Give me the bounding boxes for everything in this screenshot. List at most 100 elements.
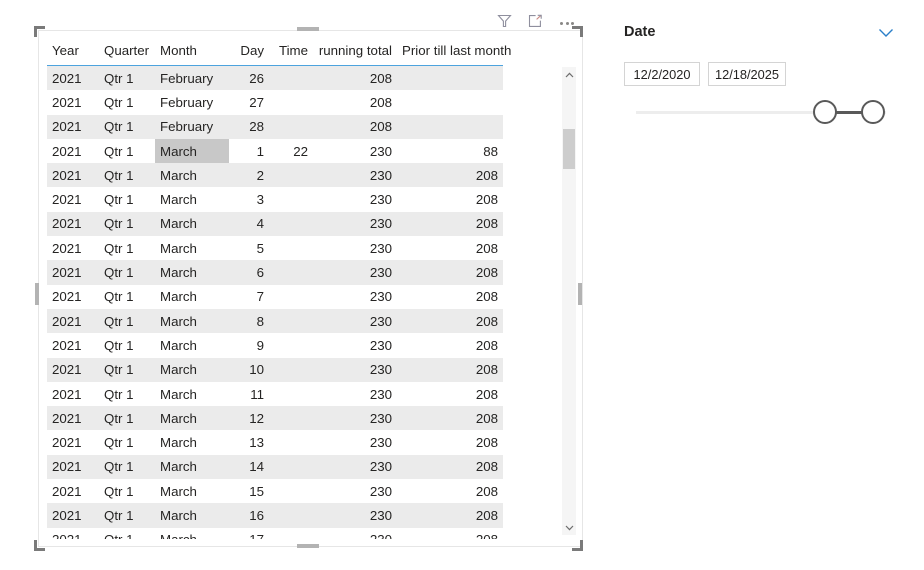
cell-running[interactable]: 230 <box>313 382 397 406</box>
cell-quarter[interactable]: Qtr 1 <box>99 308 155 334</box>
cell-prior[interactable]: 208 <box>397 333 503 357</box>
table-visual[interactable]: Year Quarter Month Day Time running tota… <box>38 30 583 547</box>
cell-time[interactable] <box>269 528 313 539</box>
cell-prior[interactable]: 208 <box>397 503 503 528</box>
resize-handle-bottom-left[interactable] <box>34 540 45 551</box>
cell-prior[interactable]: 208 <box>397 382 503 406</box>
cell-running[interactable]: 230 <box>313 357 397 382</box>
cell-year[interactable]: 2021 <box>47 211 99 237</box>
resize-handle-top-right[interactable] <box>572 26 583 37</box>
table-grid[interactable]: Year Quarter Month Day Time running tota… <box>47 39 559 539</box>
cell-time[interactable] <box>269 357 313 382</box>
cell-day[interactable]: 26 <box>229 65 269 91</box>
table-row[interactable]: 2021 Qtr 1 March 6 230 208 <box>47 260 503 285</box>
cell-quarter[interactable]: Qtr 1 <box>99 163 155 188</box>
cell-prior[interactable]: 208 <box>397 187 503 211</box>
cell-month[interactable]: March <box>155 479 229 503</box>
cell-month[interactable]: March <box>155 430 229 454</box>
cell-month[interactable]: March <box>155 138 229 164</box>
cell-day[interactable]: 6 <box>229 260 269 285</box>
cell-quarter[interactable]: Qtr 1 <box>99 406 155 431</box>
table-row[interactable]: 2021 Qtr 1 March 7 230 208 <box>47 285 503 309</box>
cell-day[interactable]: 13 <box>229 430 269 454</box>
cell-prior[interactable] <box>397 65 503 91</box>
cell-month[interactable]: February <box>155 65 229 91</box>
column-header-quarter[interactable]: Quarter <box>99 39 155 66</box>
table-row[interactable]: 2021 Qtr 1 February 26 208 <box>47 65 503 91</box>
date-slicer[interactable]: Date 12/2/2020 12/18/2025 <box>620 18 905 124</box>
cell-time[interactable] <box>269 333 313 357</box>
cell-prior[interactable]: 208 <box>397 285 503 309</box>
scroll-up-button[interactable] <box>562 67 576 82</box>
cell-time[interactable] <box>269 382 313 406</box>
cell-day[interactable]: 27 <box>229 90 269 114</box>
cell-time[interactable] <box>269 454 313 480</box>
table-row[interactable]: 2021 Qtr 1 March 8 230 208 <box>47 308 503 334</box>
cell-day[interactable]: 16 <box>229 503 269 528</box>
cell-time[interactable] <box>269 503 313 528</box>
column-header-day[interactable]: Day <box>229 39 269 66</box>
cell-prior[interactable]: 208 <box>397 308 503 334</box>
column-header-year[interactable]: Year <box>47 39 99 66</box>
cell-quarter[interactable]: Qtr 1 <box>99 479 155 503</box>
cell-prior[interactable]: 208 <box>397 479 503 503</box>
cell-running[interactable]: 208 <box>313 90 397 114</box>
scrollbar-thumb[interactable] <box>563 129 575 169</box>
cell-day[interactable]: 17 <box>229 528 269 539</box>
table-row[interactable]: 2021 Qtr 1 March 14 230 208 <box>47 454 503 480</box>
cell-running[interactable]: 230 <box>313 163 397 188</box>
cell-quarter[interactable]: Qtr 1 <box>99 187 155 211</box>
cell-running[interactable]: 230 <box>313 308 397 334</box>
cell-time[interactable] <box>269 406 313 431</box>
cell-time[interactable] <box>269 285 313 309</box>
cell-year[interactable]: 2021 <box>47 382 99 406</box>
cell-running[interactable]: 230 <box>313 528 397 539</box>
cell-time[interactable] <box>269 90 313 114</box>
cell-year[interactable]: 2021 <box>47 430 99 454</box>
cell-month[interactable]: March <box>155 454 229 480</box>
cell-month[interactable]: February <box>155 114 229 139</box>
cell-quarter[interactable]: Qtr 1 <box>99 114 155 139</box>
table-row[interactable]: 2021 Qtr 1 March 3 230 208 <box>47 187 503 211</box>
cell-running[interactable]: 230 <box>313 333 397 357</box>
cell-running[interactable]: 230 <box>313 285 397 309</box>
cell-day[interactable]: 10 <box>229 357 269 382</box>
table-row[interactable]: 2021 Qtr 1 March 16 230 208 <box>47 503 503 528</box>
cell-time[interactable] <box>269 114 313 139</box>
cell-quarter[interactable]: Qtr 1 <box>99 236 155 260</box>
cell-year[interactable]: 2021 <box>47 260 99 285</box>
cell-day[interactable]: 11 <box>229 382 269 406</box>
table-row[interactable]: 2021 Qtr 1 March 5 230 208 <box>47 236 503 260</box>
cell-running[interactable]: 230 <box>313 454 397 480</box>
resize-handle-top-left[interactable] <box>34 26 45 37</box>
cell-prior[interactable] <box>397 114 503 139</box>
cell-running[interactable]: 208 <box>313 114 397 139</box>
cell-month[interactable]: March <box>155 333 229 357</box>
cell-prior[interactable]: 208 <box>397 211 503 237</box>
cell-year[interactable]: 2021 <box>47 114 99 139</box>
cell-month[interactable]: March <box>155 308 229 334</box>
table-row[interactable]: 2021 Qtr 1 March 10 230 208 <box>47 357 503 382</box>
cell-quarter[interactable]: Qtr 1 <box>99 90 155 114</box>
cell-year[interactable]: 2021 <box>47 187 99 211</box>
cell-month[interactable]: March <box>155 260 229 285</box>
cell-prior[interactable]: 208 <box>397 260 503 285</box>
cell-day[interactable]: 4 <box>229 211 269 237</box>
slider-handle-start[interactable] <box>813 100 837 124</box>
cell-quarter[interactable]: Qtr 1 <box>99 211 155 237</box>
vertical-scrollbar[interactable] <box>562 67 576 535</box>
table-row[interactable]: 2021 Qtr 1 March 9 230 208 <box>47 333 503 357</box>
cell-month[interactable]: March <box>155 211 229 237</box>
cell-quarter[interactable]: Qtr 1 <box>99 333 155 357</box>
cell-month[interactable]: March <box>155 187 229 211</box>
cell-running[interactable]: 230 <box>313 260 397 285</box>
column-header-prior-till-last-month[interactable]: Prior till last month <box>397 39 511 66</box>
column-header-time[interactable]: Time <box>269 39 313 66</box>
cell-year[interactable]: 2021 <box>47 357 99 382</box>
cell-time[interactable] <box>269 211 313 237</box>
cell-quarter[interactable]: Qtr 1 <box>99 503 155 528</box>
cell-day[interactable]: 1 <box>229 139 269 163</box>
cell-running[interactable]: 230 <box>313 139 397 163</box>
cell-year[interactable]: 2021 <box>47 65 99 91</box>
cell-running[interactable]: 230 <box>313 406 397 431</box>
